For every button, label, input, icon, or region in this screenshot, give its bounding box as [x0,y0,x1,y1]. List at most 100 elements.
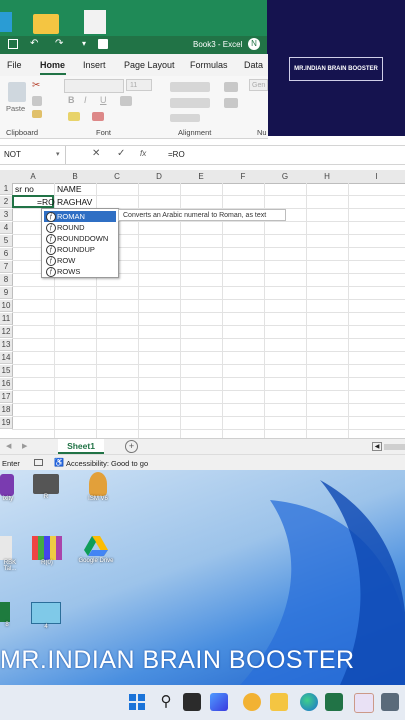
autocomplete-item[interactable]: ƒ ROW [44,255,116,266]
desktop-icon[interactable]: 8 [0,602,14,628]
row-header[interactable]: 5 [0,235,13,247]
row-header[interactable]: 4 [0,222,13,234]
column-header[interactable]: C [96,170,139,184]
autocomplete-item[interactable]: ƒ ROUNDDOWN [44,233,116,244]
column-header[interactable]: B [54,170,97,184]
wrap-text-icon[interactable] [224,82,238,92]
accessibility-icon[interactable]: ♿ [54,458,64,467]
align-top-icons[interactable] [170,82,210,92]
name-box-dropdown-icon[interactable]: ▾ [56,150,60,158]
autosave-icon[interactable] [98,39,108,49]
desktop-icon[interactable]: ISM V6 [80,472,116,502]
undo-icon[interactable]: ↶ [30,38,38,49]
tab-formulas[interactable]: Formulas [190,60,228,70]
desktop-icon[interactable]: RBK Tal... [0,536,20,572]
row-header[interactable]: 15 [0,365,13,377]
tab-home[interactable]: Home [40,60,65,70]
desktop-icon[interactable]: R(0) [30,536,64,566]
task-view-icon[interactable] [183,693,201,711]
row-header[interactable]: 19 [0,417,13,429]
cell-a2[interactable]: =RO [37,197,55,207]
tab-data[interactable]: Data [244,60,263,70]
column-header[interactable]: H [306,170,349,184]
edge-icon[interactable] [300,693,318,711]
account-badge[interactable]: N [248,38,260,50]
redo-icon[interactable]: ↷ [55,38,63,49]
accessibility-status[interactable]: Accessibility: Good to go [66,459,148,468]
copy-icon[interactable] [32,96,42,106]
column-header[interactable]: F [222,170,265,184]
widgets-icon[interactable] [210,693,228,711]
column-header[interactable]: D [138,170,181,184]
tab-sheet1[interactable]: Sheet1 [58,439,104,454]
paste-icon[interactable] [8,82,26,102]
bold-icon[interactable]: B [68,95,75,105]
quick-access-dropdown-icon[interactable]: ▾ [82,39,86,48]
row-header[interactable]: 7 [0,261,13,273]
autocomplete-item[interactable]: ƒ ROWS [44,266,116,277]
font-color-icon[interactable] [92,112,104,121]
cell-b2[interactable]: RAGHAV [57,197,92,207]
cell-a1[interactable]: sr no [15,184,34,194]
search-icon[interactable]: ⚲ [157,693,175,711]
tab-file[interactable]: File [7,60,22,70]
align-horizontal-icons[interactable] [170,98,210,108]
excel-taskbar-icon[interactable] [325,693,343,711]
row-header[interactable]: 10 [0,300,13,312]
column-header[interactable]: I [348,170,405,184]
tab-page-layout[interactable]: Page Layout [124,60,175,70]
row-header[interactable]: 17 [0,391,13,403]
font-size-select[interactable]: 11 [126,79,152,91]
autocomplete-item[interactable]: ƒ ROUNDUP [44,244,116,255]
cancel-icon[interactable]: ✕ [92,148,100,159]
autocomplete-item[interactable]: ƒ ROUND [44,222,116,233]
column-header[interactable]: G [264,170,307,184]
image-thumbnail-icon[interactable] [84,10,106,34]
calculator-icon[interactable] [381,693,399,711]
row-header[interactable]: 1 [0,183,13,195]
horizontal-scrollbar[interactable] [384,444,405,450]
desktop-icon[interactable]: R [30,474,62,500]
row-header[interactable]: 13 [0,339,13,351]
desktop-icon[interactable]: 4 [30,602,62,630]
row-header[interactable]: 6 [0,248,13,260]
tab-insert[interactable]: Insert [83,60,106,70]
desktop-icon[interactable]: ixity [0,474,16,502]
row-header[interactable]: 9 [0,287,13,299]
paste-label[interactable]: Paste [6,104,25,113]
chrome-icon[interactable] [243,693,261,711]
cell-b1[interactable]: NAME [57,184,82,194]
paint-icon[interactable] [354,693,374,713]
start-icon[interactable] [128,693,146,711]
number-format-select[interactable]: Gen [249,79,268,91]
hscroll-left-icon[interactable]: ◀ [372,442,382,451]
scroll-left-icon[interactable]: ◀ [6,442,11,450]
indent-icons[interactable] [170,114,200,122]
folder-icon[interactable] [33,14,59,34]
save-icon[interactable] [8,39,18,49]
font-name-select[interactable] [64,79,124,93]
row-header[interactable]: 14 [0,352,13,364]
borders-icon[interactable] [120,96,132,106]
row-header[interactable]: 3 [0,209,13,221]
column-header[interactable]: A [12,170,55,184]
add-sheet-icon[interactable]: + [125,440,138,453]
macro-record-icon[interactable] [34,459,43,466]
row-header[interactable]: 12 [0,326,13,338]
desktop-icon[interactable]: Google Drive [72,534,120,564]
file-explorer-icon[interactable] [270,693,288,711]
row-header[interactable]: 18 [0,404,13,416]
autocomplete-item[interactable]: ƒ ROMAN [44,211,116,222]
italic-icon[interactable]: I [84,95,87,105]
app-icon[interactable] [0,12,12,32]
insert-function-icon[interactable]: fx [140,149,146,158]
merge-center-icon[interactable] [224,98,238,108]
format-painter-icon[interactable] [32,110,42,118]
column-header[interactable]: E [180,170,223,184]
fill-color-icon[interactable] [68,112,80,121]
cut-icon[interactable]: ✂ [32,80,40,91]
scroll-right-icon[interactable]: ▶ [22,442,27,450]
enter-icon[interactable]: ✓ [117,148,125,159]
formula-input[interactable]: =RO [168,150,185,159]
row-header[interactable]: 8 [0,274,13,286]
